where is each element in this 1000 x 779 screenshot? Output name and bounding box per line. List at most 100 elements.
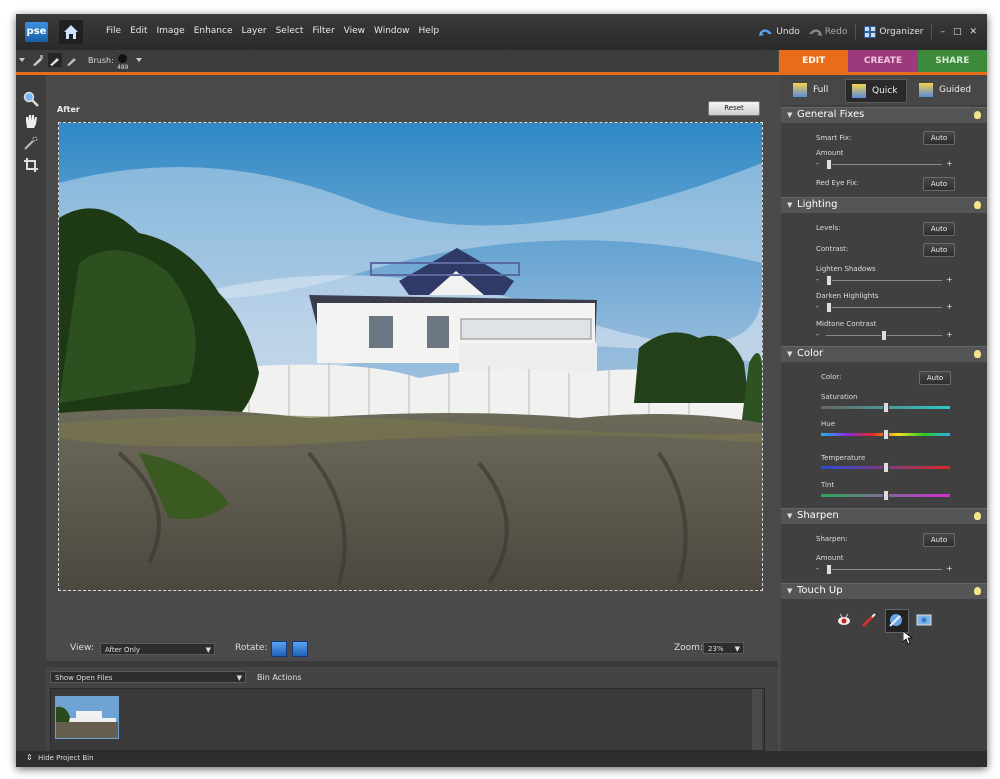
quick-selection-tool-icon[interactable] (23, 135, 39, 151)
contrast-label: Contrast: (816, 245, 849, 253)
sharpen-header[interactable]: ▼ Sharpen (781, 508, 987, 524)
maximize-button[interactable]: □ (953, 27, 962, 37)
menu-view[interactable]: View (344, 26, 365, 36)
hide-bin-icon[interactable]: ⇕ (26, 753, 33, 762)
slider-knob[interactable] (883, 462, 889, 473)
tab-full[interactable]: Full (787, 79, 839, 101)
collapse-icon: ▼ (787, 201, 793, 209)
crop-tool-icon[interactable] (23, 157, 39, 173)
chevron-down-icon[interactable] (19, 58, 25, 62)
sharpen-auto-button[interactable]: Auto (923, 533, 955, 547)
chevron-down-icon[interactable] (136, 58, 142, 62)
brush-label: Brush: (88, 56, 114, 65)
collapse-icon: ▼ (787, 512, 793, 520)
zoom-tool-icon[interactable] (23, 91, 39, 107)
tab-guided[interactable]: Guided (913, 79, 979, 101)
workspace-tabs: EDIT CREATE SHARE (779, 50, 987, 73)
bin-actions-menu[interactable]: Bin Actions (257, 673, 302, 682)
menu-window[interactable]: Window (374, 26, 410, 36)
slider-knob[interactable] (826, 275, 832, 286)
lighten-shadows-slider[interactable] (826, 275, 942, 286)
midtone-contrast-slider[interactable] (826, 330, 942, 341)
toolbox (16, 75, 46, 767)
tab-edit[interactable]: EDIT (779, 50, 849, 73)
levels-auto-button[interactable]: Auto (923, 222, 955, 236)
smart-fix-amount-slider[interactable] (826, 159, 942, 170)
temperature-slider[interactable] (821, 462, 950, 473)
separator (931, 24, 933, 40)
chevron-down-icon: ▼ (205, 646, 211, 654)
smart-fix-amount-label: Amount (816, 149, 844, 157)
menu-filter[interactable]: Filter (312, 26, 334, 36)
slider-knob[interactable] (826, 159, 832, 170)
bin-show-select[interactable]: Show Open Files ▼ (50, 671, 246, 683)
lightbulb-icon[interactable] (974, 587, 981, 595)
slider-knob[interactable] (883, 490, 889, 501)
sharpen-amount-slider[interactable] (826, 564, 942, 575)
hide-project-bin-button[interactable]: Hide Project Bin (38, 754, 94, 762)
menu-edit[interactable]: Edit (130, 26, 147, 36)
contrast-auto-button[interactable]: Auto (923, 243, 955, 257)
organizer-icon (864, 26, 877, 38)
app-logo: pse (25, 22, 48, 42)
rotate-right-button[interactable] (292, 641, 308, 657)
view-select[interactable]: After Only ▼ (100, 643, 215, 655)
home-button[interactable] (59, 20, 83, 44)
tab-share[interactable]: SHARE (917, 50, 987, 73)
close-button[interactable]: ✕ (969, 27, 977, 37)
tab-create[interactable]: CREATE (848, 50, 918, 73)
hue-slider[interactable] (821, 429, 950, 440)
slider-knob[interactable] (826, 302, 832, 313)
lightbulb-icon[interactable] (974, 350, 981, 358)
organizer-button[interactable]: Organizer (864, 26, 923, 38)
photo-canvas[interactable] (58, 122, 763, 591)
color-header[interactable]: ▼ Color (781, 346, 987, 362)
hand-tool-icon[interactable] (23, 113, 39, 129)
black-and-white-high-contrast-tool-icon[interactable] (916, 612, 932, 628)
menu-layer[interactable]: Layer (242, 26, 267, 36)
menu-image[interactable]: Image (157, 26, 185, 36)
view-bar: View: After Only ▼ Rotate: Zoom: 23% ▼ (46, 635, 778, 661)
darken-highlights-slider[interactable] (826, 302, 942, 313)
plus-label: + (946, 564, 953, 573)
quick-fix-icon (852, 84, 866, 98)
brush-tool-alt-icon[interactable] (66, 54, 78, 66)
saturation-label: Saturation (821, 393, 858, 401)
lightbulb-icon[interactable] (974, 201, 981, 209)
tool-options-bar: Brush: 489 (16, 50, 778, 73)
brush-preview[interactable] (118, 54, 127, 63)
red-eye-tool-icon[interactable] (836, 612, 852, 628)
lightbulb-icon[interactable] (974, 512, 981, 520)
tab-quick[interactable]: Quick (845, 79, 907, 103)
zoom-select[interactable]: 23% ▼ (703, 642, 744, 654)
minimize-button[interactable]: – (940, 27, 945, 37)
thumbnail-image (56, 697, 118, 738)
whiten-teeth-tool-icon[interactable] (861, 612, 877, 628)
color-auto-button[interactable]: Auto (919, 371, 951, 385)
slider-knob[interactable] (883, 402, 889, 413)
brush-tool-icon[interactable] (32, 54, 44, 66)
redo-button[interactable]: Redo (808, 27, 847, 37)
undo-button[interactable]: Undo (759, 27, 800, 37)
brush-tool-active-icon[interactable] (48, 53, 62, 67)
bin-scrollbar[interactable] (752, 689, 762, 750)
smart-fix-auto-button[interactable]: Auto (923, 131, 955, 145)
menu-help[interactable]: Help (419, 26, 440, 36)
tint-slider[interactable] (821, 490, 950, 501)
lightbulb-icon[interactable] (974, 111, 981, 119)
touch-up-header[interactable]: ▼ Touch Up (781, 583, 987, 599)
general-fixes-header[interactable]: ▼ General Fixes (781, 107, 987, 123)
active-touchup-tool[interactable] (885, 609, 909, 633)
rotate-left-button[interactable] (271, 641, 287, 657)
saturation-slider[interactable] (821, 402, 950, 413)
slider-knob[interactable] (881, 330, 887, 341)
slider-knob[interactable] (826, 564, 832, 575)
red-eye-auto-button[interactable]: Auto (923, 177, 955, 191)
menu-file[interactable]: File (106, 26, 121, 36)
lighting-header[interactable]: ▼ Lighting (781, 197, 987, 213)
slider-knob[interactable] (883, 429, 889, 440)
reset-button[interactable]: Reset (708, 101, 760, 116)
menu-select[interactable]: Select (276, 26, 304, 36)
menu-enhance[interactable]: Enhance (194, 26, 233, 36)
photo-thumbnail[interactable] (55, 696, 119, 739)
